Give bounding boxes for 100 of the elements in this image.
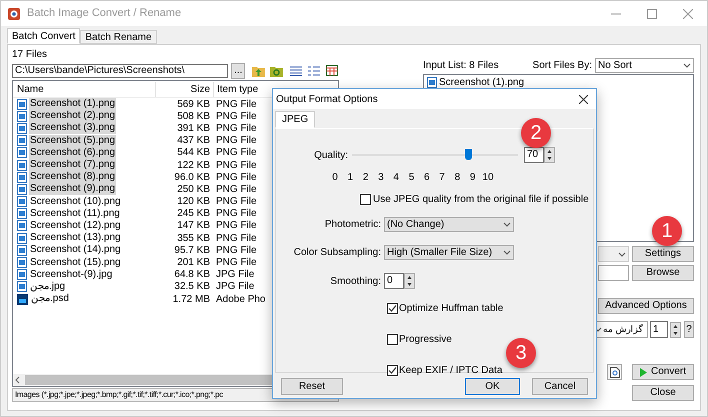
caret-icon bbox=[683, 62, 691, 68]
tab[interactable]: Batch Rename bbox=[80, 30, 157, 44]
image-file-icon bbox=[17, 135, 27, 146]
file-size: 201 KB bbox=[176, 256, 211, 270]
settings-button[interactable]: Settings bbox=[632, 246, 694, 262]
checkbox[interactable] bbox=[360, 194, 371, 205]
file-name[interactable]: Screenshot (9).png bbox=[29, 183, 116, 196]
tab[interactable]: JPEG bbox=[275, 111, 316, 128]
file-name[interactable]: Screenshot (6).png bbox=[29, 146, 116, 159]
maximize-icon[interactable] bbox=[647, 8, 657, 18]
file-size: 96.0 KB bbox=[173, 170, 211, 185]
file-name[interactable]: Screenshot (11).png bbox=[29, 208, 121, 220]
file-size: 544 KB bbox=[176, 146, 211, 160]
image-file-icon bbox=[17, 281, 27, 292]
file-name[interactable]: مجن.psd bbox=[30, 293, 70, 306]
grid-view-icon[interactable] bbox=[326, 65, 338, 76]
file-name[interactable]: Screenshot (5).png bbox=[29, 134, 116, 147]
file-size: 245 KB bbox=[176, 207, 211, 221]
browse-button[interactable]: Browse bbox=[632, 265, 694, 281]
tick-label: 10 bbox=[482, 171, 494, 185]
advanced-options-button[interactable]: Advanced Options bbox=[598, 298, 694, 314]
file-type: PNG File bbox=[215, 256, 258, 270]
file-size: 437 KB bbox=[176, 134, 211, 148]
details-view-icon[interactable] bbox=[290, 66, 302, 76]
file-size: 32.5 KB bbox=[173, 280, 211, 294]
output-folder-field[interactable] bbox=[598, 265, 629, 281]
file-type: PNG File bbox=[215, 207, 258, 220]
folder-up-icon[interactable] bbox=[252, 64, 266, 76]
smoothing-field[interactable]: 0 bbox=[384, 273, 404, 289]
file-name[interactable]: Screenshot (3).png bbox=[29, 122, 116, 134]
file-name[interactable]: Screenshot (14).png bbox=[29, 244, 122, 256]
file-name[interactable]: Screenshot (12).png bbox=[29, 220, 122, 232]
photometric-label: Photometric: bbox=[324, 218, 382, 232]
tick-label: 7 bbox=[438, 171, 446, 185]
file-name[interactable]: مجن.jpg bbox=[29, 280, 66, 293]
file-name[interactable]: Screenshot (15).png bbox=[29, 256, 122, 269]
file-size: 508 KB bbox=[176, 110, 211, 124]
image-file-icon bbox=[17, 147, 27, 158]
quality-slider[interactable] bbox=[352, 149, 518, 161]
quality-field[interactable]: 70 bbox=[524, 147, 544, 163]
image-file-icon bbox=[17, 122, 27, 134]
help-button[interactable]: ? bbox=[684, 321, 694, 338]
checkbox[interactable] bbox=[387, 365, 398, 376]
app-icon bbox=[7, 6, 21, 20]
checkbox-label: Progressive bbox=[399, 333, 452, 347]
quality-spinner[interactable] bbox=[544, 147, 555, 163]
close-icon[interactable] bbox=[579, 94, 588, 104]
tick-label: 0 bbox=[331, 171, 339, 185]
tick-label: 5 bbox=[408, 171, 416, 185]
image-file-icon bbox=[17, 98, 27, 110]
file-size: 569 KB bbox=[176, 98, 211, 112]
file-type: PNG File bbox=[215, 244, 258, 258]
file-name[interactable]: Screenshot (1).png bbox=[29, 98, 116, 110]
tick-label: 9 bbox=[468, 171, 476, 185]
browse-button[interactable]: ... bbox=[231, 62, 246, 78]
file-type: PNG File bbox=[215, 182, 258, 196]
checkbox[interactable] bbox=[387, 334, 398, 345]
file-type: PNG File bbox=[215, 134, 258, 148]
dialog-button[interactable]: OK bbox=[465, 378, 520, 395]
copies-spinner[interactable] bbox=[670, 322, 681, 338]
dialog-title: Output Format Options bbox=[276, 92, 378, 106]
column-header[interactable]: Size bbox=[155, 82, 213, 96]
convert-button[interactable]: Convert bbox=[632, 364, 694, 380]
caret-icon bbox=[503, 250, 511, 255]
image-file-icon bbox=[17, 208, 27, 220]
slider-thumb[interactable] bbox=[465, 149, 472, 160]
sort-dropdown[interactable]: No Sort bbox=[595, 58, 694, 72]
image-file-icon bbox=[17, 269, 27, 280]
file-type: PNG File bbox=[215, 122, 258, 136]
file-name[interactable]: Screenshot-(9).jpg bbox=[29, 268, 114, 281]
list-view-icon[interactable] bbox=[308, 66, 320, 76]
path-field[interactable]: C:\Users\bande\Pictures\Screenshots\ bbox=[12, 64, 228, 78]
file-name[interactable]: Screenshot (8).png bbox=[29, 171, 116, 184]
file-type: JPG File bbox=[215, 268, 256, 282]
image-file-icon bbox=[17, 160, 27, 171]
file-size: 95.7 KB bbox=[173, 244, 211, 258]
tick-label: 8 bbox=[454, 171, 462, 185]
preview-button[interactable] bbox=[607, 364, 622, 380]
file-name[interactable]: Screenshot (13).png bbox=[29, 232, 122, 244]
dialog-button[interactable]: Cancel bbox=[532, 378, 588, 395]
sort-label: Sort Files By: bbox=[532, 58, 592, 72]
file-name[interactable]: Screenshot (7).png bbox=[29, 159, 116, 172]
file-type: PNG File bbox=[215, 219, 258, 234]
photometric-dropdown[interactable]: (No Change) bbox=[384, 217, 514, 232]
tab[interactable]: Batch Convert bbox=[7, 28, 80, 44]
smoothing-spinner[interactable] bbox=[404, 273, 415, 289]
file-type: PNG File bbox=[215, 170, 258, 184]
tick-label: 1 bbox=[346, 171, 354, 185]
input-list-item[interactable]: Screenshot (1).png bbox=[427, 76, 693, 88]
checkbox[interactable] bbox=[387, 303, 398, 314]
close-button[interactable]: Close bbox=[632, 385, 694, 401]
image-file-icon bbox=[17, 244, 27, 256]
file-name[interactable]: Screenshot (10).png bbox=[29, 196, 122, 208]
dialog-button[interactable]: Reset bbox=[281, 378, 343, 395]
column-header[interactable]: Name bbox=[13, 82, 155, 96]
caret-icon bbox=[618, 252, 626, 256]
file-type: PNG File bbox=[215, 232, 258, 246]
file-name[interactable]: Screenshot (2).png bbox=[29, 110, 116, 122]
copies-field[interactable]: 1 bbox=[650, 321, 668, 338]
subsampling-dropdown[interactable]: High (Smaller File Size) bbox=[384, 245, 514, 260]
